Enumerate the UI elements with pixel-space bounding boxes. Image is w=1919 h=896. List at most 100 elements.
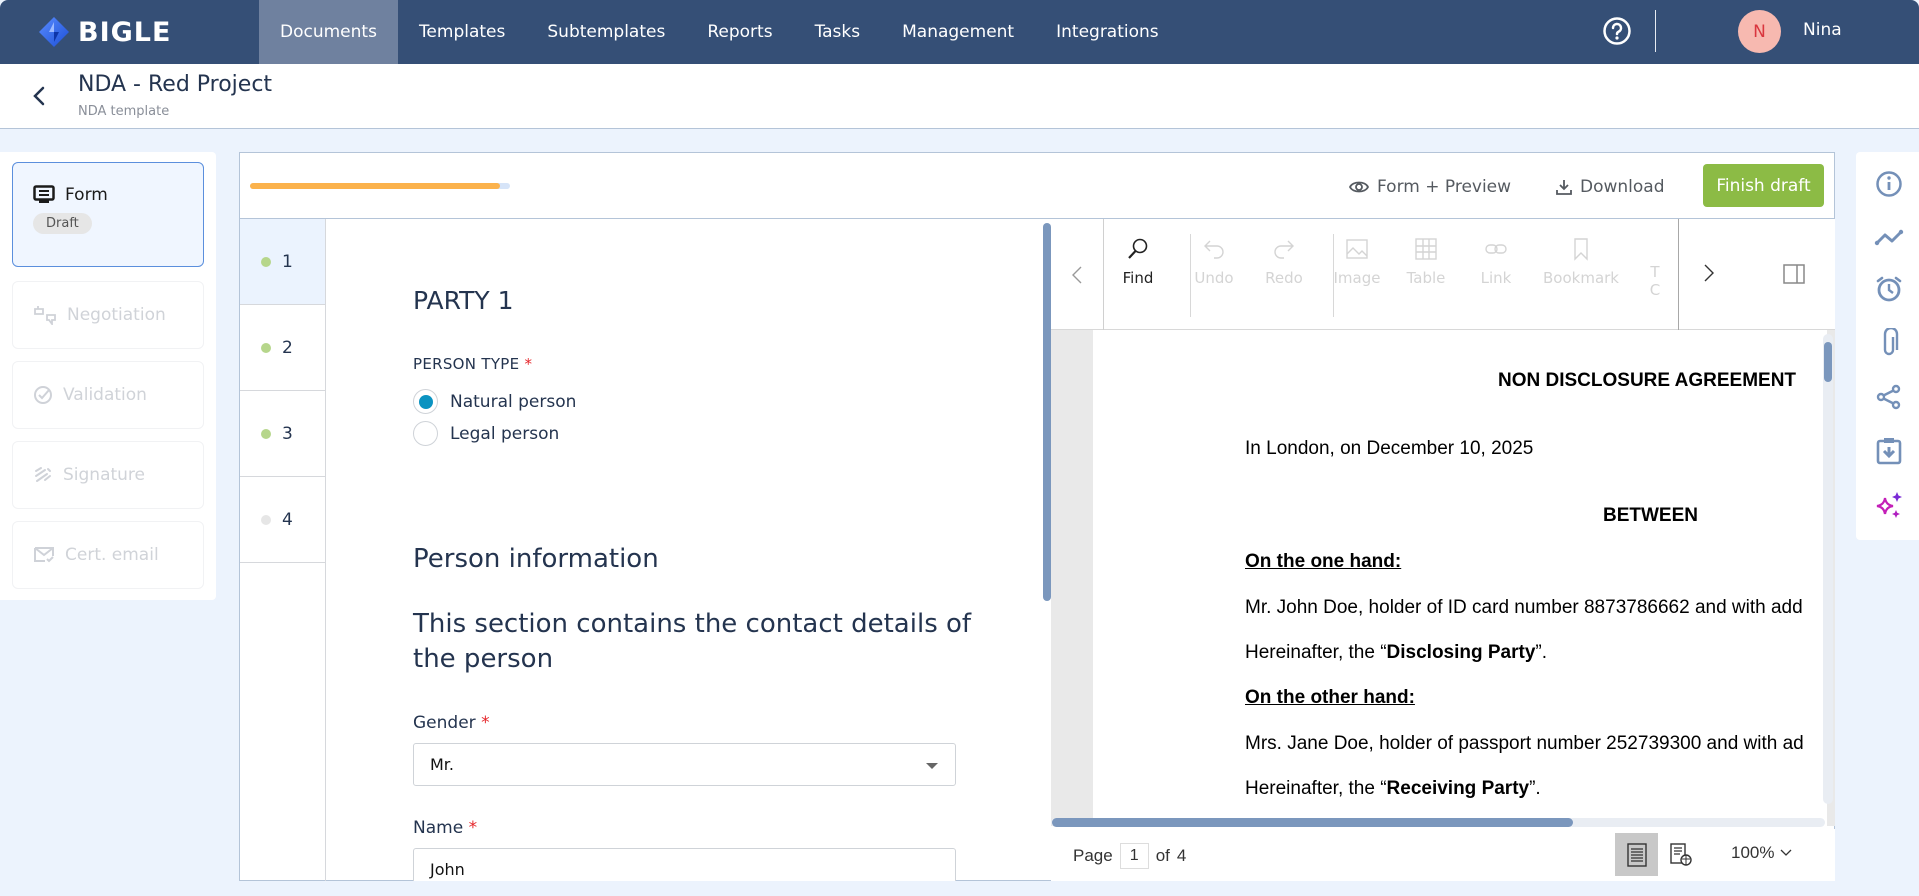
pane-toggle-icon[interactable] xyxy=(1783,264,1805,284)
brand-logo[interactable]: BIGLE xyxy=(38,14,171,50)
name-input[interactable]: John xyxy=(413,848,956,881)
step-1[interactable]: 1 xyxy=(240,219,325,305)
search-icon xyxy=(1128,238,1148,259)
validation-icon xyxy=(34,386,52,404)
image-tool[interactable]: Image xyxy=(1324,237,1390,287)
toolbar-scroll-left-button[interactable] xyxy=(1051,219,1104,330)
doc-party2-text: Mrs. Jane Doe, holder of passport number… xyxy=(1245,733,1804,754)
signature-icon xyxy=(35,467,51,482)
page-number-input[interactable]: 1 xyxy=(1119,843,1149,869)
user-avatar[interactable]: N xyxy=(1738,10,1781,53)
page-of-label: of xyxy=(1155,846,1170,865)
gender-value: Mr. xyxy=(430,755,454,774)
scrollbar-thumb[interactable] xyxy=(1052,818,1573,827)
share-button[interactable] xyxy=(1874,382,1904,412)
stage-form[interactable]: Form Draft xyxy=(12,162,204,267)
find-tool[interactable]: Find xyxy=(1105,237,1171,287)
document-page: NON DISCLOSURE AGREEMENT In London, on D… xyxy=(1093,330,1827,826)
radio-button-checked[interactable] xyxy=(413,389,438,414)
reminders-button[interactable] xyxy=(1874,274,1904,304)
nav-management[interactable]: Management xyxy=(881,0,1035,64)
step-status-dot xyxy=(261,342,271,353)
status-badge: Draft xyxy=(33,213,92,234)
activity-button[interactable] xyxy=(1874,222,1904,252)
required-marker: * xyxy=(468,818,478,838)
page-subtitle: NDA template xyxy=(78,104,170,119)
clipboard-download-button[interactable] xyxy=(1874,436,1904,466)
required-marker: * xyxy=(481,713,490,733)
finish-draft-button[interactable]: Finish draft xyxy=(1703,164,1824,207)
tool-label: Table xyxy=(1406,269,1446,287)
field-label: Name xyxy=(413,818,464,838)
bigle-logo-icon xyxy=(39,17,69,47)
step-number: 4 xyxy=(282,509,293,530)
radio-legal-person[interactable]: Legal person xyxy=(413,421,559,446)
redo-tool[interactable]: Redo xyxy=(1251,237,1317,287)
chevron-down-icon xyxy=(1781,849,1792,856)
nav-subtemplates[interactable]: Subtemplates xyxy=(526,0,686,64)
step-number: 1 xyxy=(282,251,293,272)
nav-templates[interactable]: Templates xyxy=(398,0,526,64)
nav-documents[interactable]: Documents xyxy=(259,0,398,64)
table-tool[interactable]: Table xyxy=(1393,237,1459,287)
cert-email-icon xyxy=(34,547,54,563)
stage-cert-email[interactable]: Cert. email xyxy=(12,521,204,589)
web-layout-button[interactable] xyxy=(1659,833,1702,876)
form-preview-label: Form + Preview xyxy=(1377,177,1512,197)
download-label: Download xyxy=(1580,177,1665,197)
tool-label: Undo xyxy=(1194,269,1234,287)
preview-vertical-scrollbar[interactable] xyxy=(1823,334,1833,804)
tool-label: Bookmark xyxy=(1543,269,1619,287)
step-3[interactable]: 3 xyxy=(240,391,325,477)
person-type-label: PERSON TYPE * xyxy=(413,355,532,373)
document-editor: Form + Preview Download Finish draft 1 2… xyxy=(239,152,1835,881)
print-layout-button[interactable] xyxy=(1615,833,1658,876)
toolbar-right-group xyxy=(1678,219,1835,330)
zoom-select[interactable]: 100% xyxy=(1731,843,1792,863)
help-icon[interactable] xyxy=(1602,16,1632,46)
radio-button[interactable] xyxy=(413,421,438,446)
link-tool[interactable]: Link xyxy=(1463,237,1529,287)
preview-footer: Page 1 of 4 100% xyxy=(1051,829,1835,881)
stage-negotiation[interactable]: Negotiation xyxy=(12,281,204,349)
info-button[interactable] xyxy=(1874,169,1904,199)
nav-reports[interactable]: Reports xyxy=(686,0,793,64)
nav-tasks[interactable]: Tasks xyxy=(794,0,882,64)
scrollbar-thumb[interactable] xyxy=(1824,342,1832,382)
form-preview-toggle[interactable]: Form + Preview xyxy=(1349,173,1511,201)
download-button[interactable]: Download xyxy=(1556,173,1665,201)
step-4[interactable]: 4 xyxy=(240,477,325,563)
page-label: Page xyxy=(1073,846,1113,865)
chevron-right-icon[interactable] xyxy=(1703,263,1715,283)
tool-label: Image xyxy=(1333,269,1381,287)
preview-horizontal-scrollbar[interactable] xyxy=(1051,818,1825,827)
step-status-dot xyxy=(261,428,271,439)
toc-tool-partial[interactable]: T C xyxy=(1643,263,1667,299)
document-lines-icon xyxy=(1626,842,1647,867)
scrollbar-thumb[interactable] xyxy=(1043,223,1051,601)
back-button[interactable] xyxy=(26,82,52,110)
ai-assistant-button[interactable] xyxy=(1874,490,1904,520)
form-scrollbar[interactable] xyxy=(1042,219,1051,881)
document-canvas[interactable]: NON DISCLOSURE AGREEMENT In London, on D… xyxy=(1051,330,1835,826)
undo-tool[interactable]: Undo xyxy=(1181,237,1247,287)
stage-label: Negotiation xyxy=(67,305,166,325)
page-header: NDA - Red Project NDA template xyxy=(0,64,1919,129)
tool-label: Find xyxy=(1122,269,1154,287)
stage-validation[interactable]: Validation xyxy=(12,361,204,429)
form-panel: PARTY 1 PERSON TYPE * Natural person Leg… xyxy=(326,219,1046,881)
doc-text: Hereinafter, the “ xyxy=(1245,642,1387,663)
nav-divider xyxy=(1655,10,1656,52)
attachments-button[interactable] xyxy=(1874,328,1904,358)
gender-select[interactable]: Mr. xyxy=(413,743,956,786)
user-name[interactable]: Nina xyxy=(1803,20,1842,40)
doc-role-term: Disclosing Party xyxy=(1386,642,1536,663)
doc-between: BETWEEN xyxy=(1603,505,1698,526)
radio-natural-person[interactable]: Natural person xyxy=(413,389,576,414)
bookmark-tool[interactable]: Bookmark xyxy=(1541,237,1621,287)
stage-signature[interactable]: Signature xyxy=(12,441,204,509)
step-status-dot xyxy=(261,514,271,525)
step-2[interactable]: 2 xyxy=(240,305,325,391)
nav-integrations[interactable]: Integrations xyxy=(1035,0,1180,64)
tool-label: Redo xyxy=(1265,269,1303,287)
